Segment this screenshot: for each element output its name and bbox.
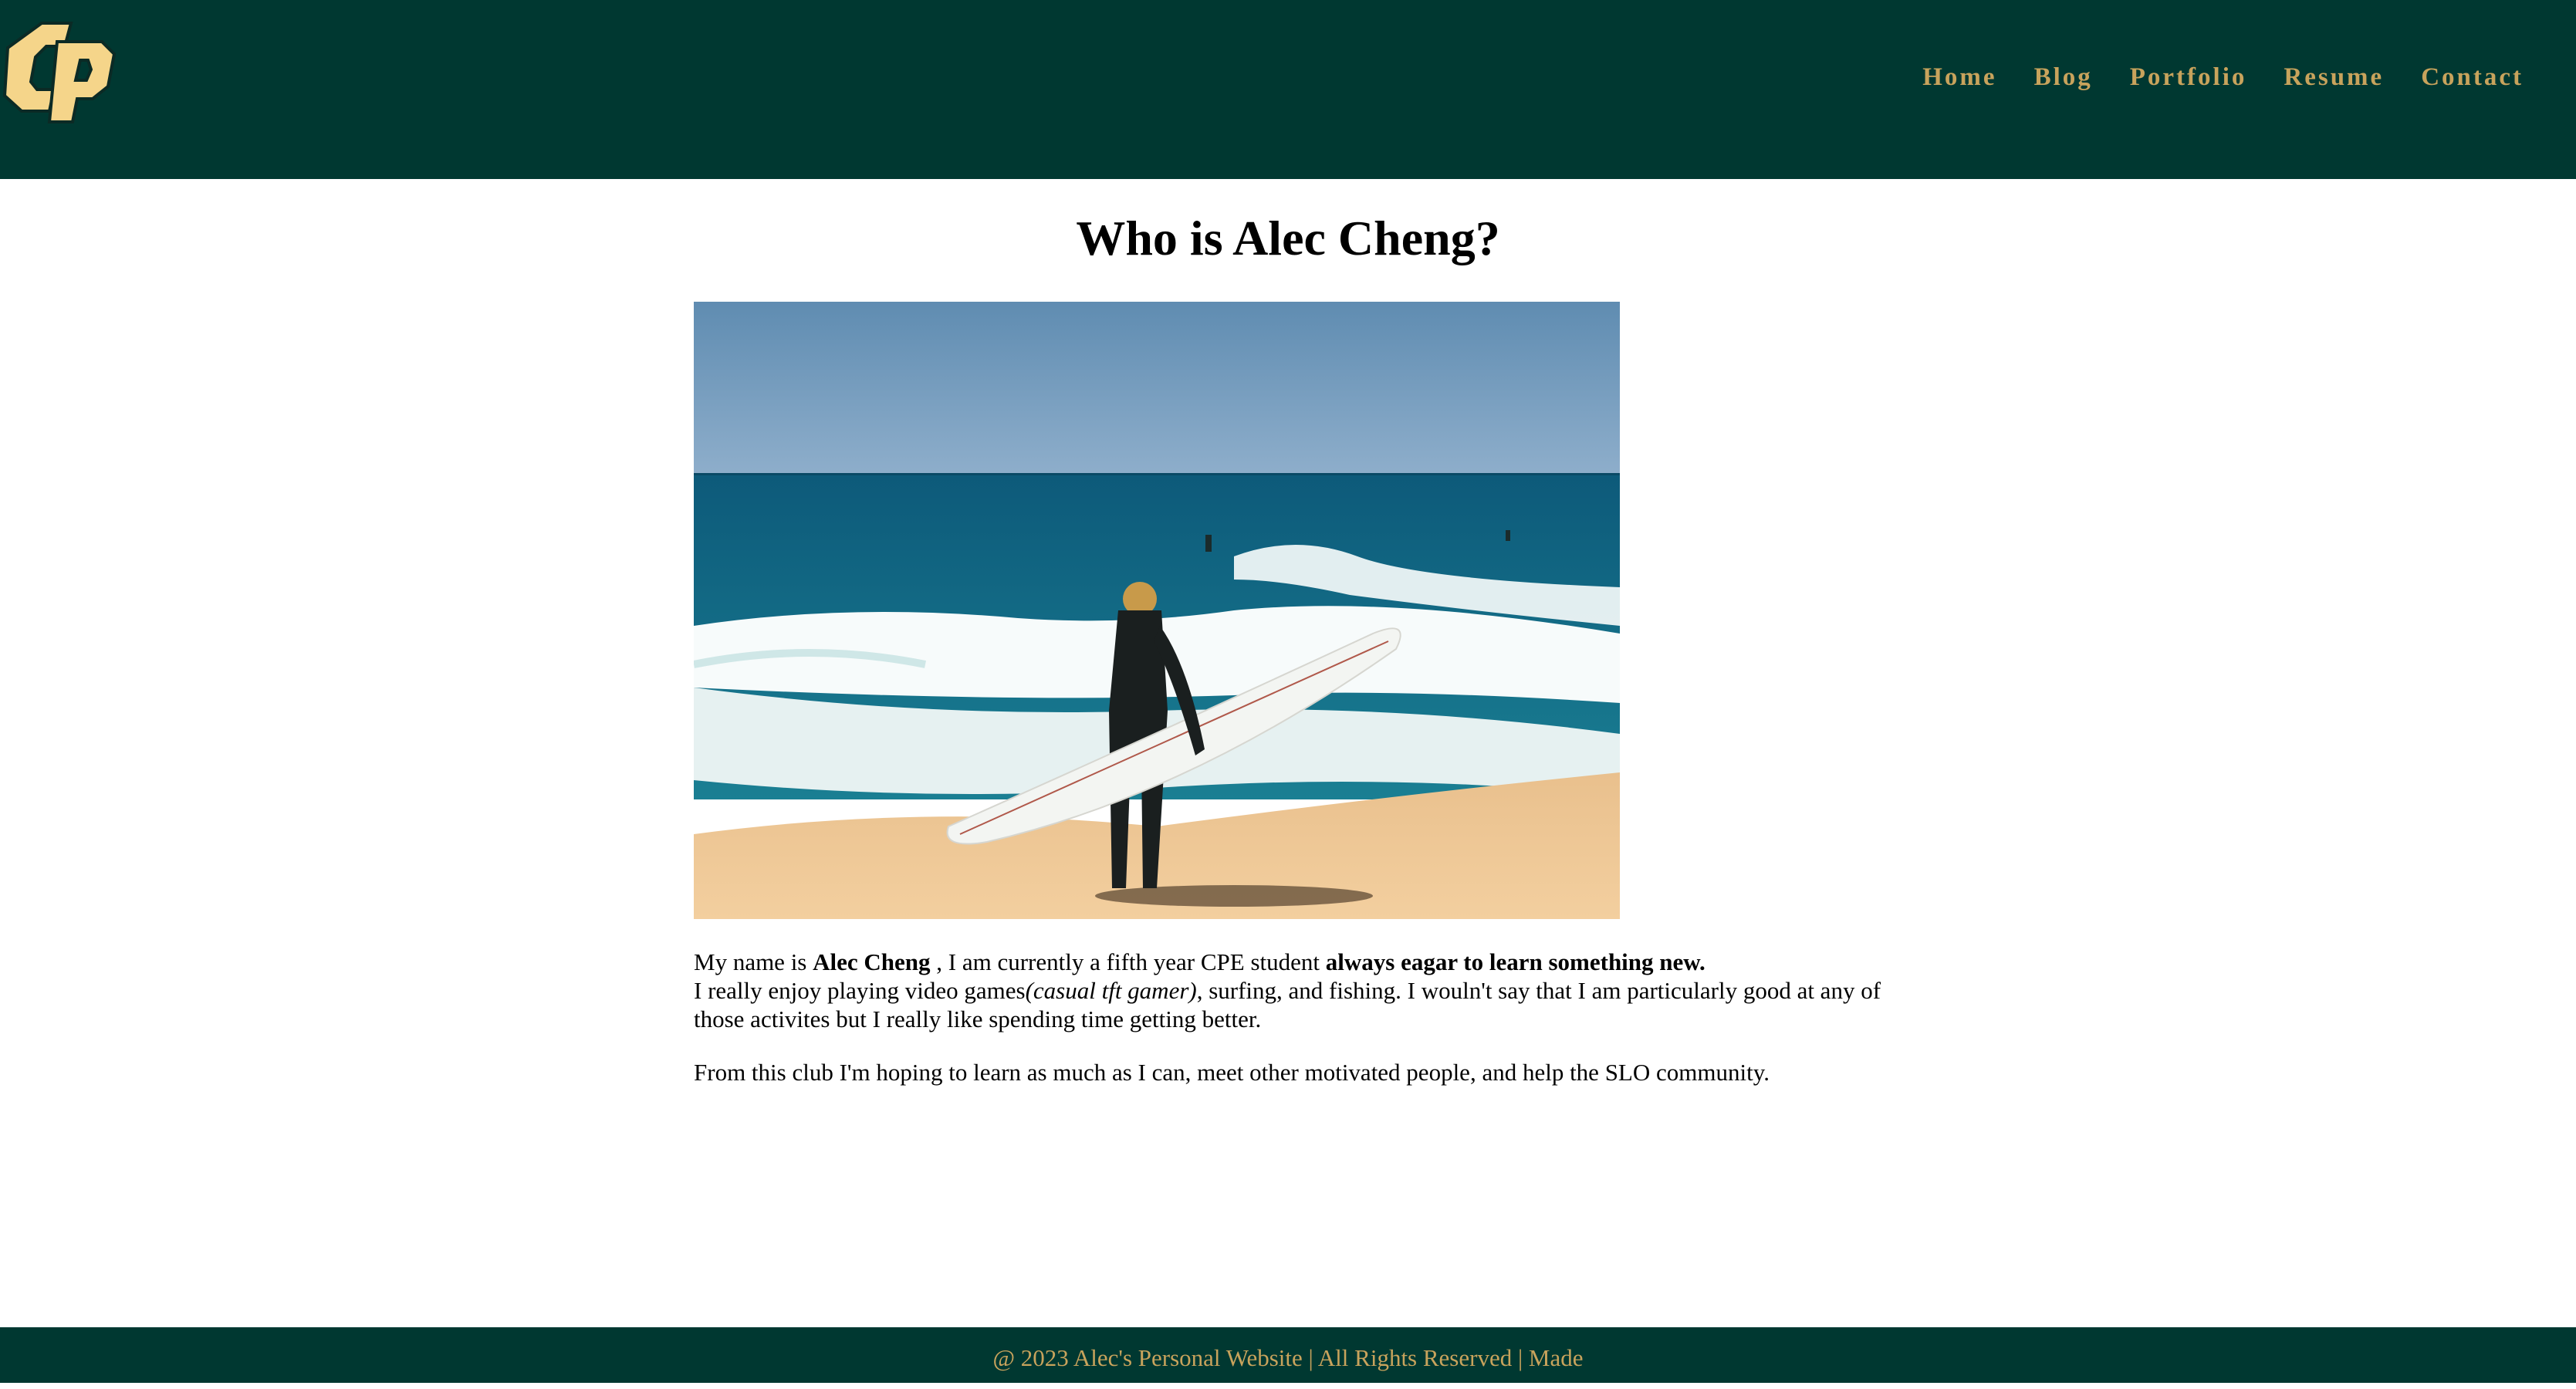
main-nav: Home Blog Portfolio Resume Contact bbox=[1885, 63, 2524, 92]
about-paragraph-1: My name is Alec Cheng , I am currently a… bbox=[694, 948, 1898, 1033]
intro-prefix: My name is bbox=[694, 948, 813, 975]
nav-blog[interactable]: Blog bbox=[2034, 63, 2093, 92]
intro-emphasis: always eagar to learn something new. bbox=[1325, 948, 1706, 975]
intro-mid: , I am currently a fifth year CPE studen… bbox=[930, 948, 1326, 975]
nav-home[interactable]: Home bbox=[1922, 63, 1996, 92]
site-footer: @ 2023 Alec's Personal Website | All Rig… bbox=[0, 1327, 2576, 1383]
page-title: Who is Alec Cheng? bbox=[1076, 211, 1500, 265]
surfer-photo bbox=[694, 302, 1620, 919]
hobbies-italic: (casual tft gamer) bbox=[1025, 977, 1197, 1004]
about-paragraph-2: From this club I'm hoping to learn as mu… bbox=[694, 1059, 1770, 1086]
cal-poly-logo[interactable] bbox=[0, 19, 117, 140]
footer-text: @ 2023 Alec's Personal Website | All Rig… bbox=[992, 1344, 1584, 1371]
hobbies-prefix: I really enjoy playing video games bbox=[694, 977, 1026, 1004]
about-text: My name is Alec Cheng , I am currently a… bbox=[694, 948, 1898, 1087]
nav-portfolio[interactable]: Portfolio bbox=[2130, 63, 2247, 92]
name-bold: Alec Cheng bbox=[813, 948, 931, 975]
site-header: Home Blog Portfolio Resume Contact bbox=[0, 0, 2576, 179]
nav-contact[interactable]: Contact bbox=[2421, 63, 2524, 92]
nav-resume[interactable]: Resume bbox=[2284, 63, 2384, 92]
